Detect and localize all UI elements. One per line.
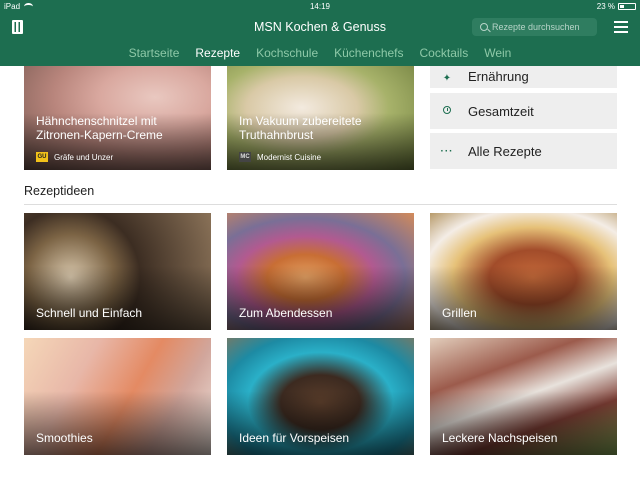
card-shade	[24, 390, 211, 455]
side-item-ernaehrung[interactable]: ✦ Ernährung	[430, 66, 617, 88]
idea-label: Schnell und Einfach	[36, 306, 143, 320]
card-shade	[227, 265, 414, 330]
side-item-label: Gesamtzeit	[468, 103, 534, 119]
side-item-gesamtzeit[interactable]: Gesamtzeit	[430, 93, 617, 129]
section-title: Rezeptideen	[24, 184, 95, 198]
search-input[interactable]	[492, 22, 592, 32]
featured-source: GU Gräfe und Unzer	[36, 152, 113, 162]
nav-tab-rezepte[interactable]: Rezepte	[195, 46, 240, 60]
card-shade	[430, 265, 617, 330]
side-item-label: Ernährung	[468, 69, 529, 84]
card-shade	[227, 390, 414, 455]
source-name: Modernist Cuisine	[257, 152, 322, 162]
category-nav: Startseite Rezepte Kochschule Küchenchefs Co…	[0, 40, 640, 66]
idea-label: Ideen für Vorspeisen	[239, 431, 350, 445]
pin-icon: ✦	[442, 73, 452, 84]
card-shade	[24, 265, 211, 330]
gu-badge-icon: GU	[36, 152, 48, 162]
featured-title: Im Vakuum zubereitete Truthahnbrust	[239, 114, 362, 142]
side-item-label: Alle Rezepte	[468, 143, 542, 159]
hamburger-menu-icon[interactable]	[614, 21, 628, 33]
featured-title: Hähnchenschnitzel mit Zitronen-Kapern-Cr…	[36, 114, 163, 142]
app-header: MSN Kochen & Genuss	[0, 14, 640, 40]
side-item-alle-rezepte[interactable]: ··· Alle Rezepte	[430, 133, 617, 169]
idea-label: Zum Abendessen	[239, 306, 333, 320]
idea-label: Grillen	[442, 306, 477, 320]
nav-tab-startseite[interactable]: Startseite	[129, 46, 180, 60]
idea-label: Smoothies	[36, 431, 93, 445]
idea-card-grillen[interactable]: Grillen	[430, 213, 617, 330]
nav-tab-wein[interactable]: Wein	[484, 46, 511, 60]
nav-tab-cocktails[interactable]: Cocktails	[420, 46, 469, 60]
search-icon	[480, 23, 488, 31]
featured-source: MC Modernist Cuisine	[239, 152, 321, 162]
battery-percent: 23 %	[596, 2, 615, 11]
featured-card-turkey[interactable]: Im Vakuum zubereitete Truthahnbrust MC M…	[227, 66, 414, 170]
clock-time: 14:19	[309, 2, 331, 11]
idea-card-schnell[interactable]: Schnell und Einfach	[24, 213, 211, 330]
status-bar: iPad 14:19 23 %	[0, 0, 640, 14]
clock-icon	[443, 105, 451, 114]
idea-label: Leckere Nachspeisen	[442, 431, 558, 445]
idea-card-smoothies[interactable]: Smoothies	[24, 338, 211, 455]
mc-badge-icon: MC	[239, 152, 251, 162]
idea-card-abendessen[interactable]: Zum Abendessen	[227, 213, 414, 330]
dots-icon: ···	[440, 145, 454, 157]
idea-card-nachspeisen[interactable]: Leckere Nachspeisen	[430, 338, 617, 455]
battery-icon	[618, 3, 636, 10]
source-name: Gräfe und Unzer	[54, 152, 114, 162]
card-shade	[430, 390, 617, 455]
battery-fill	[620, 5, 624, 8]
section-divider	[24, 204, 617, 205]
search-box[interactable]	[472, 18, 597, 36]
featured-card-chicken[interactable]: Hähnchenschnitzel mit Zitronen-Kapern-Cr…	[24, 66, 211, 170]
nav-tab-kochschule[interactable]: Kochschule	[256, 46, 318, 60]
nav-tab-küchenchefs[interactable]: Küchenchefs	[334, 46, 403, 60]
idea-card-vorspeisen[interactable]: Ideen für Vorspeisen	[227, 338, 414, 455]
